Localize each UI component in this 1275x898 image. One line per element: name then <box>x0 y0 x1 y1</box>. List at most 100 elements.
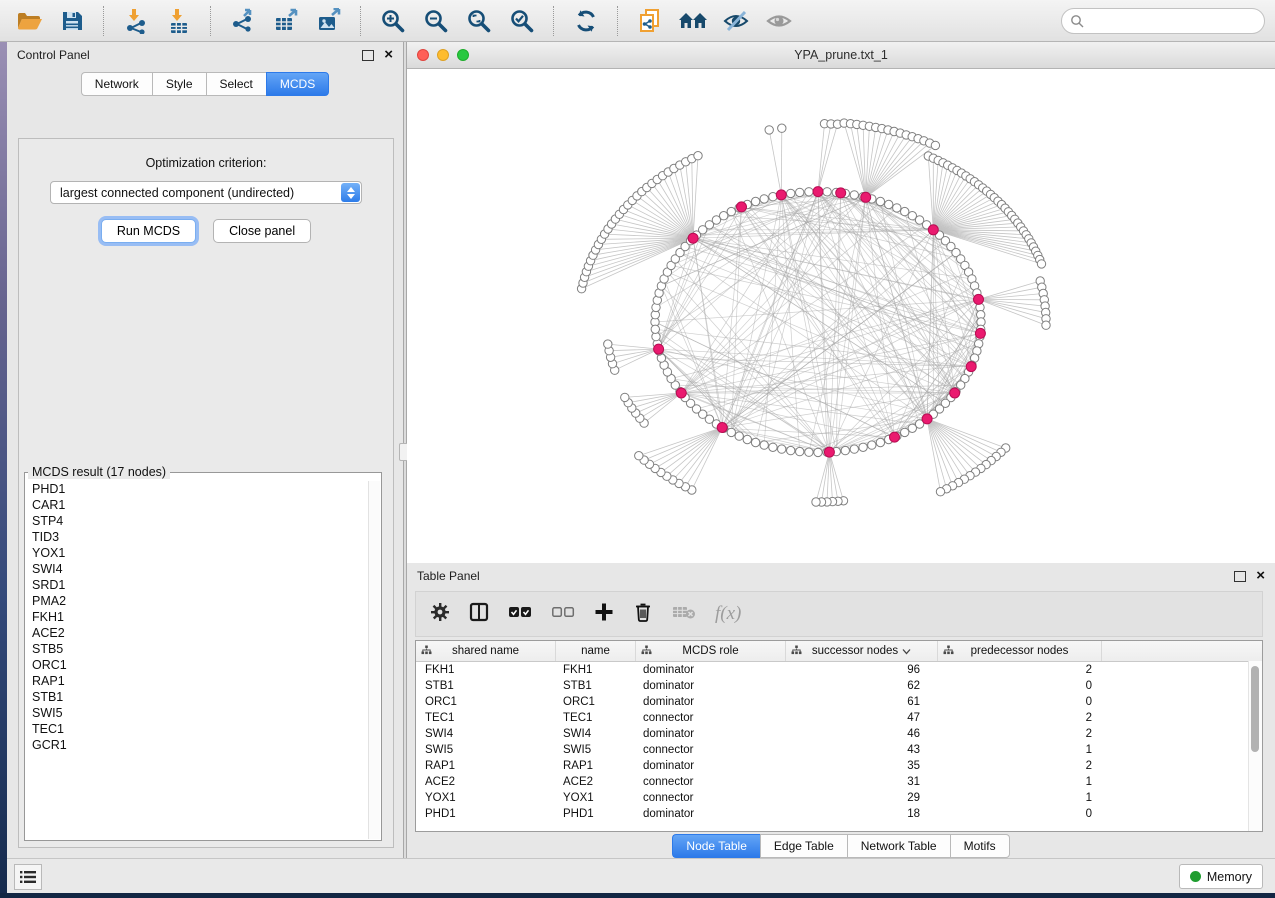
delete-table-button[interactable] <box>672 604 696 625</box>
close-panel-icon[interactable]: × <box>384 50 393 60</box>
table-cell: 0 <box>938 680 1102 692</box>
zoom-window-traffic-light[interactable] <box>457 49 469 61</box>
apply-layout-button[interactable] <box>567 5 605 37</box>
table-cell: FKH1 <box>416 664 556 676</box>
mcds-result-node[interactable]: PMA2 <box>25 593 369 609</box>
table-row[interactable]: ACE2ACE2connector311 <box>416 774 1262 790</box>
open-file-button[interactable] <box>10 5 48 37</box>
save-session-button[interactable] <box>53 5 91 37</box>
optimization-criterion-select[interactable]: largest connected component (undirected) <box>50 181 362 204</box>
table-scrollbar-thumb[interactable] <box>1251 666 1259 752</box>
mcds-result-scrollbar[interactable] <box>368 481 380 839</box>
mcds-result-node[interactable]: CAR1 <box>25 497 369 513</box>
mcds-result-node[interactable]: ORC1 <box>25 657 369 673</box>
mcds-result-node[interactable]: GCR1 <box>25 737 369 753</box>
table-options-button[interactable] <box>430 602 450 627</box>
column-header-shared-name[interactable]: shared name <box>416 641 556 661</box>
mcds-result-node[interactable]: STB5 <box>25 641 369 657</box>
column-header-predecessor-nodes[interactable]: predecessor nodes <box>938 641 1102 661</box>
mcds-result-node[interactable]: TID3 <box>25 529 369 545</box>
table-tab-motifs[interactable]: Motifs <box>950 834 1010 858</box>
export-table-button[interactable] <box>267 5 305 37</box>
select-all-icon <box>508 605 532 619</box>
table-row[interactable]: PHD1PHD1dominator180 <box>416 806 1262 822</box>
zoom-selected-button[interactable] <box>503 5 541 37</box>
table-tab-node-table[interactable]: Node Table <box>672 834 760 858</box>
add-row-button[interactable] <box>594 602 614 627</box>
task-history-button[interactable] <box>14 864 42 890</box>
column-header-name[interactable]: name <box>556 641 636 661</box>
mcds-result-node[interactable]: STP4 <box>25 513 369 529</box>
table-cell: 1 <box>938 792 1102 804</box>
show-columns-button[interactable] <box>469 602 489 627</box>
table-row[interactable]: FKH1FKH1dominator962 <box>416 662 1262 678</box>
zoom-selected-icon <box>509 8 535 34</box>
column-header-successor-nodes[interactable]: successor nodes <box>786 641 938 661</box>
clone-network-button[interactable] <box>631 5 669 37</box>
table-cell: SWI4 <box>556 728 636 740</box>
memory-button[interactable]: Memory <box>1179 864 1263 889</box>
tab-select[interactable]: Select <box>206 72 266 96</box>
eye-icon <box>765 9 793 33</box>
mcds-result-title: MCDS result (17 nodes) <box>28 465 170 479</box>
run-mcds-button[interactable]: Run MCDS <box>101 219 196 243</box>
tab-network[interactable]: Network <box>81 72 152 96</box>
delete-selected-button[interactable] <box>633 601 653 627</box>
table-tab-edge-table[interactable]: Edge Table <box>760 834 847 858</box>
search-box[interactable] <box>1061 8 1265 34</box>
import-table-button[interactable] <box>160 5 198 37</box>
criterion-selected-value: largest connected component (undirected) <box>60 186 294 200</box>
select-all-button[interactable] <box>508 605 532 624</box>
table-scrollbar[interactable] <box>1248 661 1262 831</box>
mcds-result-node[interactable]: YOX1 <box>25 545 369 561</box>
mcds-result-node[interactable]: TEC1 <box>25 721 369 737</box>
mcds-result-node[interactable]: ACE2 <box>25 625 369 641</box>
zoom-out-button[interactable] <box>417 5 455 37</box>
close-window-traffic-light[interactable] <box>417 49 429 61</box>
search-input[interactable] <box>1089 13 1256 29</box>
float-table-panel-icon[interactable] <box>1234 571 1246 582</box>
deselect-all-button[interactable] <box>551 605 575 624</box>
float-panel-icon[interactable] <box>362 50 374 61</box>
column-header-mcds-role[interactable]: MCDS role <box>636 641 786 661</box>
hide-selected-button[interactable] <box>717 5 755 37</box>
table-row[interactable]: RAP1RAP1dominator352 <box>416 758 1262 774</box>
table-tab-network-table[interactable]: Network Table <box>847 834 950 858</box>
toolbar-separator <box>617 6 619 36</box>
zoom-in-button[interactable] <box>374 5 412 37</box>
export-network-button[interactable] <box>224 5 262 37</box>
export-image-button[interactable] <box>310 5 348 37</box>
table-cell: connector <box>636 792 786 804</box>
two-houses-icon <box>678 9 708 33</box>
table-toolbar: f(x) <box>415 591 1263 637</box>
table-row[interactable]: SWI4SWI4dominator462 <box>416 726 1262 742</box>
minimize-window-traffic-light[interactable] <box>437 49 449 61</box>
network-graph[interactable] <box>407 68 1275 563</box>
close-panel-button[interactable]: Close panel <box>213 219 311 243</box>
table-cell: 1 <box>938 744 1102 756</box>
mcds-result-node[interactable]: SRD1 <box>25 577 369 593</box>
table-row[interactable]: TEC1TEC1connector472 <box>416 710 1262 726</box>
table-row[interactable]: ORC1ORC1dominator610 <box>416 694 1262 710</box>
mcds-result-node[interactable]: PHD1 <box>25 481 369 497</box>
close-table-panel-icon[interactable]: × <box>1256 571 1265 581</box>
mcds-result-node[interactable]: STB1 <box>25 689 369 705</box>
mcds-result-node[interactable]: FKH1 <box>25 609 369 625</box>
first-neighbors-button[interactable] <box>674 5 712 37</box>
table-row[interactable]: YOX1YOX1connector291 <box>416 790 1262 806</box>
tab-mcds[interactable]: MCDS <box>266 72 329 96</box>
zoom-fit-content-button[interactable] <box>460 5 498 37</box>
table-row[interactable]: SWI5SWI5connector431 <box>416 742 1262 758</box>
mcds-result-node[interactable]: SWI4 <box>25 561 369 577</box>
mcds-result-node[interactable]: SWI5 <box>25 705 369 721</box>
function-builder-button[interactable]: f(x) <box>715 603 741 625</box>
tab-style[interactable]: Style <box>152 72 206 96</box>
save-floppy-icon <box>60 9 84 33</box>
table-cell: connector <box>636 776 786 788</box>
table-row[interactable]: STB1STB1dominator620 <box>416 678 1262 694</box>
mcds-result-node[interactable]: RAP1 <box>25 673 369 689</box>
import-network-button[interactable] <box>117 5 155 37</box>
network-view-window: YPA_prune.txt_1 <box>407 42 1275 563</box>
show-all-button[interactable] <box>760 5 798 37</box>
memory-status-icon <box>1190 871 1201 882</box>
